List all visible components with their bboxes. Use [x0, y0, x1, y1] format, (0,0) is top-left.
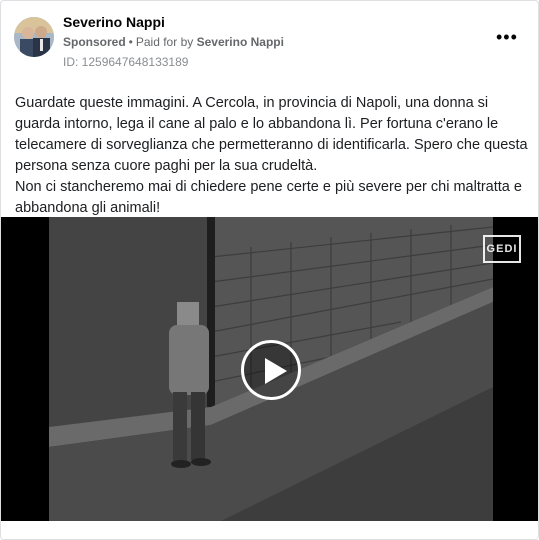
gedi-watermark: GEDI — [483, 235, 521, 263]
ad-post-card: Severino Nappi Sponsored • Paid for by Sev… — [0, 0, 539, 540]
avatar[interactable] — [14, 17, 54, 57]
paid-for-label: Paid for by — [135, 35, 194, 49]
meta-separator: • — [128, 35, 133, 49]
library-id: ID: 1259647648133189 — [63, 55, 189, 69]
post-text-paragraph-2: Non ci stancheremo mai di chiedere pene … — [15, 179, 522, 216]
play-icon[interactable] — [241, 340, 301, 400]
more-options-icon[interactable]: ••• — [496, 28, 517, 46]
author-name[interactable]: Severino Nappi — [63, 14, 165, 30]
post-text: Guardate queste immagini. A Cercola, in … — [15, 93, 529, 219]
avatar-image — [14, 17, 54, 57]
paid-for-name[interactable]: Severino Nappi — [197, 35, 284, 49]
post-footer — [1, 521, 538, 539]
play-triangle — [265, 358, 287, 384]
post-header: Severino Nappi Sponsored • Paid for by Sev… — [1, 1, 538, 73]
sponsored-label[interactable]: Sponsored — [63, 35, 126, 49]
sponsored-meta: Sponsored • Paid for by Severino Nappi — [63, 35, 284, 49]
post-text-paragraph-1: Guardate queste immagini. A Cercola, in … — [15, 95, 528, 174]
